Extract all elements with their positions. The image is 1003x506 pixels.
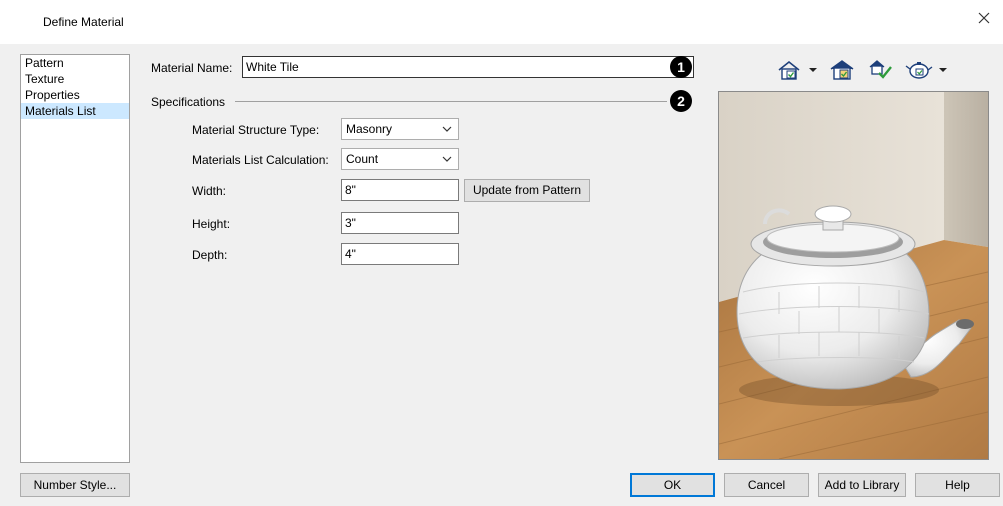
calculation-value: Count bbox=[346, 152, 379, 166]
close-icon[interactable] bbox=[973, 8, 995, 30]
category-item-properties[interactable]: Properties bbox=[21, 87, 129, 103]
chevron-down-icon bbox=[442, 156, 452, 162]
teapot-object-icon bbox=[905, 62, 947, 79]
structure-type-value: Masonry bbox=[346, 122, 393, 136]
height-label: Height: bbox=[192, 217, 231, 231]
category-item-pattern[interactable]: Pattern bbox=[21, 55, 129, 71]
house-view-button[interactable] bbox=[775, 58, 821, 82]
width-label: Width: bbox=[192, 184, 227, 198]
callout-1: 1 bbox=[670, 56, 692, 78]
help-button[interactable]: Help bbox=[915, 473, 1000, 497]
chevron-down-icon bbox=[442, 126, 452, 132]
house-layer-button[interactable] bbox=[828, 58, 856, 82]
callout-2: 2 bbox=[670, 90, 692, 112]
specifications-divider bbox=[235, 101, 667, 102]
add-to-library-button[interactable]: Add to Library bbox=[818, 473, 906, 497]
category-list[interactable]: Pattern Texture Properties Materials Lis… bbox=[20, 54, 130, 463]
structure-type-label: Material Structure Type: bbox=[192, 123, 320, 137]
update-from-pattern-button[interactable]: Update from Pattern bbox=[464, 179, 590, 202]
teapot-object-button[interactable] bbox=[905, 58, 951, 82]
category-item-texture[interactable]: Texture bbox=[21, 71, 129, 87]
height-input[interactable]: 3" bbox=[341, 212, 459, 234]
material-check-icon bbox=[869, 60, 892, 79]
material-name-label: Material Name: bbox=[151, 61, 233, 75]
calculation-label: Materials List Calculation: bbox=[192, 153, 329, 167]
material-check-button[interactable] bbox=[866, 58, 894, 82]
specifications-heading: Specifications bbox=[151, 95, 226, 109]
depth-input[interactable]: 4" bbox=[341, 243, 459, 265]
width-input[interactable]: 8" bbox=[341, 179, 459, 201]
window-title: Define Material bbox=[43, 15, 124, 29]
calculation-select[interactable]: Count bbox=[341, 148, 459, 170]
category-item-materials-list[interactable]: Materials List bbox=[21, 103, 129, 119]
house-view-icon bbox=[778, 60, 817, 80]
number-style-button[interactable]: Number Style... bbox=[20, 473, 130, 497]
cancel-button[interactable]: Cancel bbox=[724, 473, 809, 497]
ok-button[interactable]: OK bbox=[630, 473, 715, 497]
material-name-input[interactable]: White Tile bbox=[242, 56, 694, 78]
house-layer-icon bbox=[830, 60, 854, 80]
material-preview[interactable] bbox=[718, 91, 989, 460]
teapot-preview-image bbox=[719, 92, 988, 459]
depth-label: Depth: bbox=[192, 248, 228, 262]
structure-type-select[interactable]: Masonry bbox=[341, 118, 459, 140]
